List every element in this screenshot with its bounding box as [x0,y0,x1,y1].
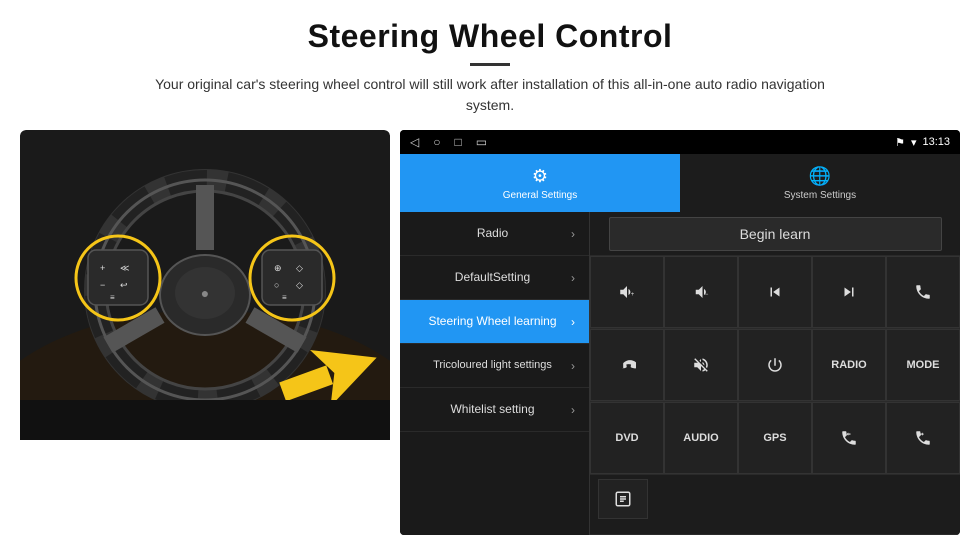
whitelist-icon-btn[interactable] [598,479,648,519]
gps-label: GPS [763,432,786,444]
status-icons: ⚑ ▾ 13:13 [895,136,950,149]
vol-down-button[interactable]: − [664,256,738,328]
menu-icon[interactable]: ▭ [476,135,487,149]
svg-text:●: ● [201,285,209,301]
tab-general-settings[interactable]: ⚙ General Settings [400,154,680,212]
hang-up-icon [618,356,636,374]
svg-text:≡: ≡ [110,293,115,302]
prev-track-icon [766,283,784,301]
phone-next-btn[interactable] [886,402,960,474]
whitelist-icon [614,490,632,508]
system-settings-icon: 🌐 [809,166,831,187]
next-track-icon [840,283,858,301]
phone-button[interactable] [886,256,960,328]
left-menu: Radio › DefaultSetting › Steering Wheel … [400,212,590,535]
wifi-icon: ▾ [911,136,917,149]
radio-chevron-icon: › [571,227,575,241]
svg-text:◇: ◇ [296,280,303,290]
vol-up-button[interactable]: + [590,256,664,328]
svg-text:≪: ≪ [120,263,129,273]
audio-btn[interactable]: AUDIO [664,402,738,474]
phone-prev-btn[interactable] [812,402,886,474]
tab-bar: ⚙ General Settings 🌐 System Settings [400,154,960,212]
menu-default-label: DefaultSetting [414,270,571,284]
menu-item-tricoloured[interactable]: Tricoloured light settings › [400,344,589,388]
menu-item-whitelist[interactable]: Whitelist setting › [400,388,589,432]
vol-up-icon: + [618,283,636,301]
phone-icon [914,283,932,301]
button-row-1: + − [590,256,960,329]
mute-icon [692,356,710,374]
svg-text:○: ○ [274,280,279,290]
page-wrapper: Steering Wheel Control Your original car… [0,0,980,545]
svg-text:↩: ↩ [120,280,128,290]
dvd-btn[interactable]: DVD [590,402,664,474]
mode-btn[interactable]: MODE [886,329,960,401]
right-panel: Begin learn + − [590,212,960,535]
page-title: Steering Wheel Control [40,18,940,55]
svg-text:+: + [631,292,635,298]
nav-icons: ◁ ○ □ ▭ [410,135,487,149]
status-bar: ◁ ○ □ ▭ ⚑ ▾ 13:13 [400,130,960,154]
menu-radio-label: Radio [414,226,571,240]
steering-wheel-section: ● + ≪ − ↩ ≡ ⊕ ◇ ○ ◇ ≡ [20,130,390,535]
mute-button[interactable] [664,329,738,401]
clock: 13:13 [922,136,950,148]
phone-next-icon [914,429,932,447]
hang-up-button[interactable] [590,329,664,401]
svg-text:≡: ≡ [282,293,287,302]
power-icon [766,356,784,374]
button-row-3: DVD AUDIO GPS [590,402,960,475]
svg-text:+: + [100,263,105,273]
next-track-button[interactable] [812,256,886,328]
menu-item-steering-wheel[interactable]: Steering Wheel learning › [400,300,589,344]
steering-wheel-image: ● + ≪ − ↩ ≡ ⊕ ◇ ○ ◇ ≡ [20,130,390,440]
tab-system-label: System Settings [784,190,856,201]
location-icon: ⚑ [895,136,905,149]
header-subtitle: Your original car's steering wheel contr… [140,74,840,116]
whitelist-chevron-icon: › [571,403,575,417]
radio-label: RADIO [831,359,866,371]
svg-text:−: − [100,280,105,290]
phone-prev-icon [840,429,858,447]
svg-text:◇: ◇ [296,263,303,273]
steering-chevron-icon: › [571,315,575,329]
mode-label: MODE [907,359,940,371]
menu-whitelist-label: Whitelist setting [414,402,571,416]
menu-tricoloured-label: Tricoloured light settings [414,359,571,372]
button-row-2: RADIO MODE [590,329,960,402]
svg-text:−: − [705,292,709,298]
main-content: ● + ≪ − ↩ ≡ ⊕ ◇ ○ ◇ ≡ [0,122,980,545]
default-chevron-icon: › [571,271,575,285]
android-ui: ◁ ○ □ ▭ ⚑ ▾ 13:13 ⚙ General Settings [400,130,960,535]
begin-learn-button[interactable]: Begin learn [609,217,942,251]
prev-track-button[interactable] [738,256,812,328]
menu-item-default-setting[interactable]: DefaultSetting › [400,256,589,300]
begin-learn-row: Begin learn [590,212,960,256]
back-icon[interactable]: ◁ [410,135,419,149]
radio-btn[interactable]: RADIO [812,329,886,401]
svg-text:⊕: ⊕ [274,263,282,273]
tricoloured-chevron-icon: › [571,359,575,373]
dvd-label: DVD [615,432,638,444]
vol-down-icon: − [692,283,710,301]
header-divider [470,63,510,66]
button-row-4 [590,475,960,535]
header: Steering Wheel Control Your original car… [0,0,980,122]
menu-item-radio[interactable]: Radio › [400,212,589,256]
gps-btn[interactable]: GPS [738,402,812,474]
menu-steering-label: Steering Wheel learning [414,314,571,328]
audio-label: AUDIO [683,432,718,444]
power-button[interactable] [738,329,812,401]
tab-general-label: General Settings [503,190,578,201]
home-icon[interactable]: ○ [433,135,440,149]
tab-system-settings[interactable]: 🌐 System Settings [680,154,960,212]
general-settings-icon: ⚙ [532,166,548,187]
recent-icon[interactable]: □ [454,135,461,149]
content-area: Radio › DefaultSetting › Steering Wheel … [400,212,960,535]
